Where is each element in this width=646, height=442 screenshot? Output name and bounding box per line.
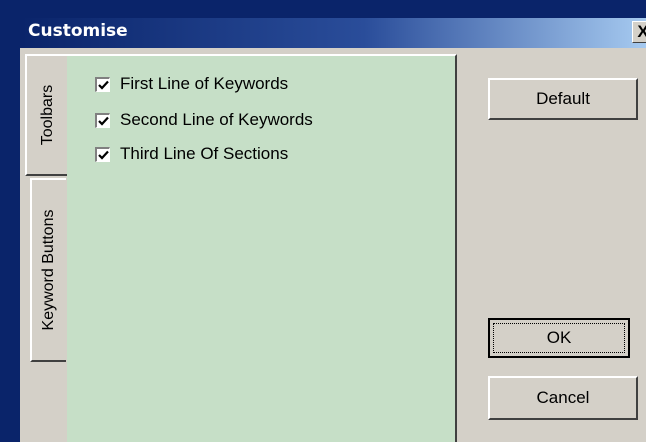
third-line-checkbox[interactable] bbox=[95, 146, 110, 162]
option-third-line-sections[interactable]: Third Line Of Sections bbox=[95, 142, 288, 166]
option-first-line-keywords[interactable]: First Line of Keywords bbox=[95, 72, 288, 96]
tab-toolbars-label: Toolbars bbox=[39, 84, 56, 146]
vertical-tab-strip: Toolbars Keyword Buttons bbox=[25, 54, 69, 442]
first-line-checkbox[interactable] bbox=[95, 76, 110, 92]
third-line-label: Third Line Of Sections bbox=[120, 144, 289, 163]
first-line-label: First Line of Keywords bbox=[120, 74, 289, 93]
close-button[interactable]: X bbox=[632, 21, 646, 43]
default-button[interactable]: Default bbox=[488, 78, 638, 120]
second-line-label: Second Line of Keywords bbox=[120, 110, 313, 129]
checkmark-icon bbox=[98, 150, 109, 160]
option-second-line-keywords[interactable]: Second Line of Keywords bbox=[95, 108, 313, 132]
checkmark-icon bbox=[98, 80, 109, 90]
focus-rectangle bbox=[493, 323, 625, 353]
customise-dialog: Customise X Toolbars Keyword Buttons Fir… bbox=[0, 0, 646, 442]
tab-keyword-buttons[interactable]: Keyword Buttons bbox=[30, 178, 66, 362]
ok-button[interactable]: OK bbox=[488, 318, 630, 358]
tab-toolbars[interactable]: Toolbars bbox=[25, 54, 69, 176]
tab-keyword-buttons-label: Keyword Buttons bbox=[40, 209, 57, 331]
dialog-title: Customise bbox=[28, 21, 128, 41]
checkmark-icon bbox=[98, 116, 109, 126]
dialog-body: Toolbars Keyword Buttons First Line of K… bbox=[20, 48, 646, 442]
cancel-button[interactable]: Cancel bbox=[488, 376, 638, 420]
title-bar[interactable]: Customise X bbox=[20, 18, 646, 48]
close-icon: X bbox=[637, 22, 646, 41]
toolbars-panel: First Line of Keywords Second Line of Ke… bbox=[67, 54, 457, 442]
second-line-checkbox[interactable] bbox=[95, 112, 110, 128]
